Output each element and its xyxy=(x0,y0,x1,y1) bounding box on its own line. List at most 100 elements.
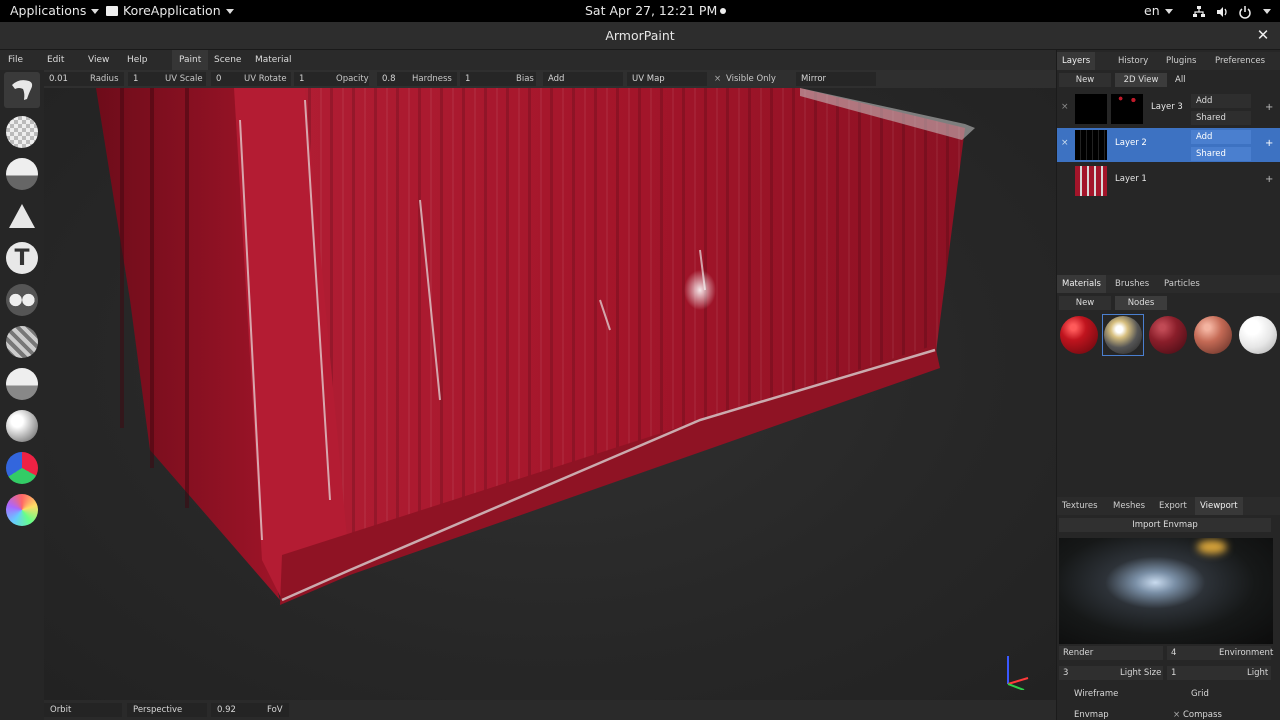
layer-mode-select[interactable]: Shared xyxy=(1191,111,1251,125)
envmap-toggle[interactable]: Envmap xyxy=(1074,708,1109,720)
camera-mode-select[interactable]: Orbit xyxy=(44,703,122,717)
layer-blend-select[interactable]: Add xyxy=(1191,130,1251,144)
tab-textures[interactable]: Textures xyxy=(1057,497,1103,515)
tab-layers[interactable]: Layers xyxy=(1057,52,1096,70)
hardness-label: Hardness xyxy=(412,74,452,84)
delete-layer-icon[interactable]: × xyxy=(1061,102,1069,112)
tab-material[interactable]: Material xyxy=(255,50,292,70)
container-model[interactable] xyxy=(44,88,1056,700)
chevron-down-icon xyxy=(91,9,100,14)
clock[interactable]: Sat Apr 27, 12:21 PM xyxy=(585,0,727,22)
mirror-toggle[interactable]: Mirror xyxy=(796,72,876,86)
material-swatch[interactable] xyxy=(1149,316,1187,354)
wireframe-row: Wireframe Grid xyxy=(1057,686,1280,702)
brush-icon xyxy=(12,80,33,100)
app-menu[interactable]: KoreApplication xyxy=(106,0,234,22)
compass-toggle[interactable]: Compass xyxy=(1183,708,1222,720)
layer-base-thumbnail xyxy=(1075,130,1107,160)
blur-tool[interactable] xyxy=(4,324,40,360)
menu-edit[interactable]: Edit xyxy=(47,50,64,70)
tab-particles[interactable]: Particles xyxy=(1159,275,1205,293)
nodes-button[interactable]: Nodes xyxy=(1115,296,1167,310)
colorid-icon xyxy=(6,452,38,484)
new-layer-button[interactable]: New xyxy=(1059,73,1111,87)
right-panel: Layers History Plugins Preferences New 2… xyxy=(1056,50,1280,720)
tool-sidebar: T xyxy=(0,70,44,720)
grid-toggle[interactable]: Grid xyxy=(1191,687,1209,701)
language-label: en xyxy=(1144,3,1160,18)
layer-blend-select[interactable]: Add xyxy=(1191,94,1251,108)
applications-menu[interactable]: Applications xyxy=(10,0,100,22)
tab-brushes[interactable]: Brushes xyxy=(1110,275,1154,293)
tab-materials[interactable]: Materials xyxy=(1057,275,1106,293)
bake-icon xyxy=(6,410,38,442)
material-swatch[interactable] xyxy=(1104,316,1142,354)
brush-tool[interactable] xyxy=(4,72,40,108)
uv-map-select[interactable]: UV Map xyxy=(627,72,707,86)
menu-bar: File Edit View Help Paint Scene Material xyxy=(0,50,1056,70)
opacity-value: 1 xyxy=(299,74,305,84)
tab-meshes[interactable]: Meshes xyxy=(1108,497,1150,515)
eraser-tool[interactable] xyxy=(4,114,40,150)
menu-file[interactable]: File xyxy=(8,50,23,70)
add-mask-icon[interactable]: + xyxy=(1265,138,1273,149)
tab-plugins[interactable]: Plugins xyxy=(1161,52,1201,70)
new-material-button[interactable]: New xyxy=(1059,296,1111,310)
opacity-label: Opacity xyxy=(336,74,369,84)
delete-layer-icon[interactable]: × xyxy=(1061,138,1069,148)
layer-mask-thumbnail xyxy=(1111,94,1143,124)
decal-tool[interactable] xyxy=(4,198,40,234)
tab-export[interactable]: Export xyxy=(1154,497,1192,515)
system-menu-chevron[interactable] xyxy=(1258,0,1271,22)
particle-icon xyxy=(6,368,38,400)
wireframe-toggle[interactable]: Wireframe xyxy=(1074,687,1118,701)
layer-base-thumbnail xyxy=(1075,94,1107,124)
fill-tool[interactable] xyxy=(4,156,40,192)
3d-viewport[interactable] xyxy=(44,88,1056,700)
tab-viewport[interactable]: Viewport xyxy=(1195,497,1243,515)
window-title: ArmorPaint xyxy=(605,28,675,43)
layer-row-3[interactable]: × Layer 3 Add Shared + xyxy=(1057,92,1280,126)
2d-view-button[interactable]: 2D View xyxy=(1115,73,1167,87)
menu-help[interactable]: Help xyxy=(127,50,148,70)
layer-row-2[interactable]: × Layer 2 Add Shared + xyxy=(1057,128,1280,162)
bias-label: Bias xyxy=(516,74,534,84)
clone-tool[interactable] xyxy=(4,282,40,318)
blur-icon xyxy=(6,326,38,358)
bake-tool[interactable] xyxy=(4,408,40,444)
picker-tool[interactable] xyxy=(4,492,40,528)
blend-mode-select[interactable]: Add xyxy=(543,72,623,86)
visible-only-checkbox[interactable]: × xyxy=(714,72,721,86)
language-menu[interactable]: en xyxy=(1144,0,1173,22)
tab-history[interactable]: History xyxy=(1113,52,1153,70)
viewport-tab-row: Textures Meshes Export Viewport xyxy=(1057,497,1280,515)
tab-paint[interactable]: Paint xyxy=(172,50,209,70)
window-title-bar: ArmorPaint ✕ xyxy=(0,22,1280,50)
clock-label: Sat Apr 27, 12:21 PM xyxy=(585,3,718,18)
materials-button-row: New Nodes xyxy=(1057,295,1280,311)
eraser-icon xyxy=(6,116,38,148)
projection-select[interactable]: Perspective xyxy=(127,703,207,717)
applications-label: Applications xyxy=(10,3,87,18)
close-icon[interactable]: ✕ xyxy=(1254,26,1272,44)
add-mask-icon[interactable]: + xyxy=(1265,102,1273,113)
tab-preferences[interactable]: Preferences xyxy=(1210,52,1270,70)
material-swatch[interactable] xyxy=(1239,316,1277,354)
colorid-tool[interactable] xyxy=(4,450,40,486)
add-mask-icon[interactable]: + xyxy=(1265,174,1273,185)
compass-checkbox[interactable]: × xyxy=(1173,708,1180,720)
text-tool[interactable]: T xyxy=(4,240,40,276)
import-envmap-button[interactable]: Import Envmap xyxy=(1059,518,1271,532)
tab-scene[interactable]: Scene xyxy=(214,50,241,70)
layer-mode-select[interactable]: Shared xyxy=(1191,147,1251,161)
layer-row-1[interactable]: Layer 1 + xyxy=(1057,164,1280,198)
bias-value: 1 xyxy=(465,74,471,84)
layers-button-row: New 2D View All xyxy=(1057,72,1280,88)
layer-filter-select[interactable]: All xyxy=(1171,73,1223,87)
menu-view[interactable]: View xyxy=(88,50,109,70)
render-field[interactable]: Render xyxy=(1059,646,1163,660)
fov-value: 0.92 xyxy=(217,705,236,715)
particle-tool[interactable] xyxy=(4,366,40,402)
material-swatch[interactable] xyxy=(1060,316,1098,354)
material-swatch[interactable] xyxy=(1194,316,1232,354)
